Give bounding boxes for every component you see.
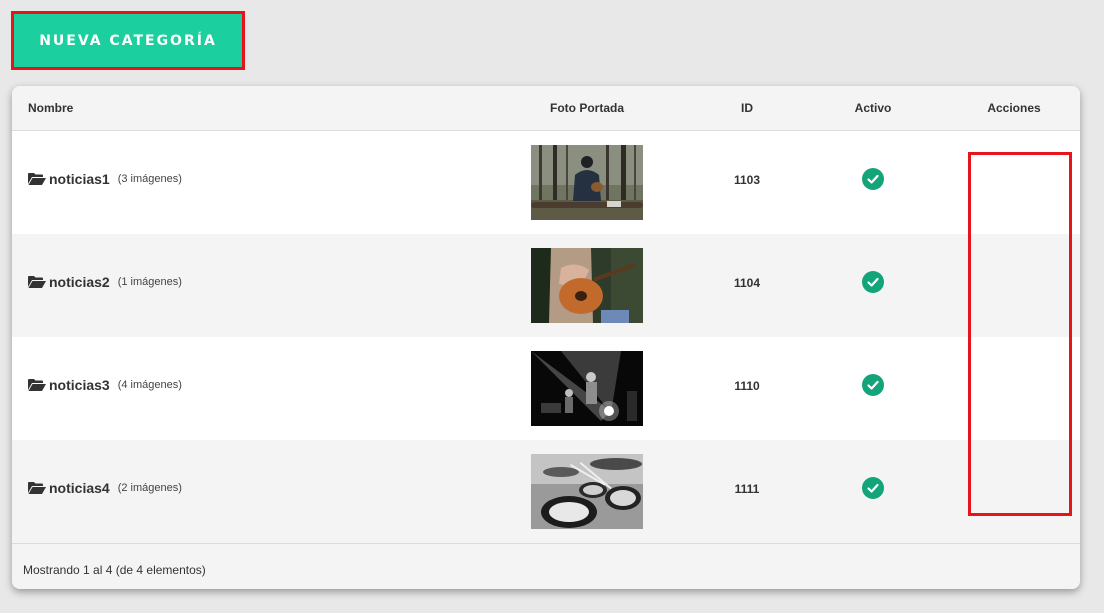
cover-thumbnail[interactable] [531, 145, 643, 220]
photo-concert-stage-bw-icon [531, 351, 643, 426]
category-id: 1104 [733, 276, 761, 290]
category-name-cell[interactable]: noticias2 (1 imágenes) [28, 274, 182, 290]
new-category-button[interactable]: NUEVA CATEGORÍA [14, 14, 242, 67]
category-id: 1111 [734, 482, 760, 496]
categories-table: Nombre Foto Portada ID Activo Acciones n… [12, 86, 1080, 589]
image-count: (1 imágenes) [117, 276, 182, 288]
folder-open-icon [28, 276, 46, 288]
category-name-cell[interactable]: noticias3 (4 imágenes) [28, 377, 182, 393]
column-header-name[interactable]: Nombre [28, 101, 73, 115]
photo-acoustic-guitar-icon [531, 248, 643, 323]
photo-forest-guitarist-icon [531, 145, 643, 220]
table-row[interactable]: noticias2 (1 imágenes) 1104 [12, 234, 1080, 337]
active-check-icon[interactable] [862, 168, 884, 190]
cover-thumbnail[interactable] [531, 454, 643, 529]
table-row[interactable]: noticias1 (3 imágenes) 1103 [12, 131, 1080, 234]
category-name[interactable]: noticias1 [49, 171, 110, 187]
category-name[interactable]: noticias4 [49, 480, 110, 496]
column-header-cover: Foto Portada [550, 101, 624, 115]
new-category-highlight: NUEVA CATEGORÍA [11, 11, 245, 70]
image-count: (2 imágenes) [117, 482, 182, 494]
table-header: Nombre Foto Portada ID Activo Acciones [12, 86, 1080, 131]
cover-thumbnail[interactable] [531, 351, 643, 426]
pagination-info: Mostrando 1 al 4 (de 4 elementos) [23, 563, 206, 577]
cover-thumbnail[interactable] [531, 248, 643, 323]
column-header-id[interactable]: ID [712, 101, 782, 115]
column-header-actions: Acciones [987, 101, 1041, 115]
table-row[interactable]: noticias4 (2 imágenes) 1111 [12, 440, 1080, 543]
photo-drums-bw-icon [531, 454, 643, 529]
column-header-active[interactable]: Activo [833, 101, 913, 115]
category-id: 1103 [733, 173, 761, 187]
image-count: (4 imágenes) [117, 379, 182, 391]
category-name[interactable]: noticias3 [49, 377, 110, 393]
table-footer: Mostrando 1 al 4 (de 4 elementos) [12, 543, 1080, 589]
category-id: 1110 [734, 379, 760, 393]
image-count: (3 imágenes) [117, 173, 182, 185]
category-name-cell[interactable]: noticias4 (2 imágenes) [28, 480, 182, 496]
active-check-icon[interactable] [862, 374, 884, 396]
active-check-icon[interactable] [862, 477, 884, 499]
category-name[interactable]: noticias2 [49, 274, 110, 290]
active-check-icon[interactable] [862, 271, 884, 293]
folder-open-icon [28, 482, 46, 494]
category-name-cell[interactable]: noticias1 (3 imágenes) [28, 171, 182, 187]
folder-open-icon [28, 173, 46, 185]
table-row[interactable]: noticias3 (4 imágenes) 1110 [12, 337, 1080, 440]
folder-open-icon [28, 379, 46, 391]
